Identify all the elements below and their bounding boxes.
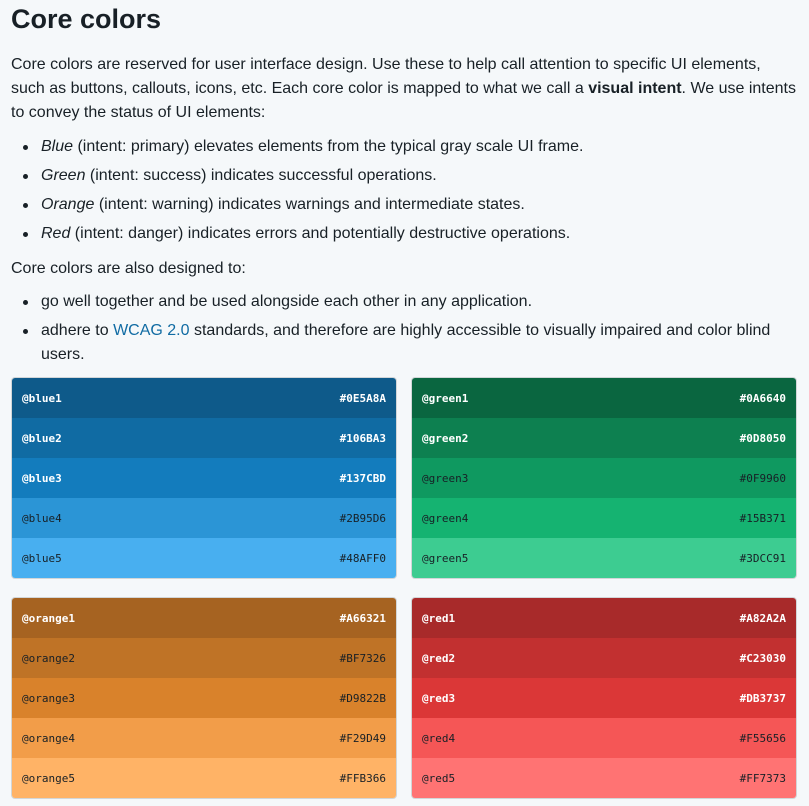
swatch-hex: #0F9960 (739, 471, 786, 485)
color-swatch-red2[interactable]: @red2 #C23030 (412, 638, 796, 678)
list-item: adhere to WCAG 2.0 standards, and theref… (11, 319, 797, 367)
intent-description: (intent: primary) elevates elements from… (73, 138, 584, 155)
swatch-name: @blue1 (22, 391, 62, 405)
color-swatch-red4[interactable]: @red4 #F55656 (412, 718, 796, 758)
swatch-hex: #48AFF0 (339, 551, 386, 565)
page-title: Core colors (11, 4, 162, 34)
color-swatch-orange1[interactable]: @orange1 #A66321 (12, 598, 396, 638)
list-item: go well together and be used alongside e… (11, 290, 797, 314)
wcag-link[interactable]: WCAG 2.0 (113, 322, 189, 339)
swatch-name: @green3 (422, 471, 469, 485)
intent-description: (intent: warning) indicates warnings and… (94, 196, 525, 213)
color-swatch-orange5[interactable]: @orange5 #FFB366 (12, 758, 396, 798)
list-item: Orange (intent: warning) indicates warni… (11, 193, 797, 217)
color-swatch-red3[interactable]: @red3 #DB3737 (412, 678, 796, 718)
intro-paragraph: Core colors are reserved for user interf… (11, 53, 797, 125)
swatch-name: @blue2 (22, 431, 62, 445)
intent-name: Blue (41, 138, 74, 155)
swatch-name: @orange4 (22, 731, 75, 745)
intent-description: (intent: danger) indicates errors and po… (70, 225, 571, 242)
list-item: Red (intent: danger) indicates errors an… (11, 222, 797, 246)
design-goals-list: go well together and be used alongside e… (11, 290, 797, 372)
swatch-name: @orange2 (22, 651, 75, 665)
color-swatch-green4[interactable]: @green4 #15B371 (412, 498, 796, 538)
swatch-name: @blue3 (22, 471, 62, 485)
intent-description: (intent: success) indicates successful o… (85, 167, 437, 184)
intent-list: Blue (intent: primary) elevates elements… (11, 135, 797, 251)
green-palette: @green1 #0A6640 @green2 #0D8050 @green3 #0F99… (412, 378, 796, 578)
swatch-hex: #15B371 (739, 511, 786, 525)
swatch-name: @red3 (422, 691, 456, 705)
intent-name: Green (41, 167, 86, 184)
swatch-hex: #106BA3 (339, 431, 386, 445)
color-swatch-blue2[interactable]: @blue2 #106BA3 (12, 418, 396, 458)
swatch-hex: #BF7326 (339, 651, 386, 665)
swatch-name: @green1 (422, 391, 469, 405)
list-item-text: adhere to (41, 322, 114, 339)
swatch-name: @red4 (422, 731, 456, 745)
swatch-hex: #FFB366 (339, 771, 386, 785)
swatch-name: @blue5 (22, 551, 62, 565)
color-swatch-green1[interactable]: @green1 #0A6640 (412, 378, 796, 418)
list-item: Blue (intent: primary) elevates elements… (11, 135, 797, 159)
swatch-hex: #DB3737 (739, 691, 786, 705)
color-swatch-green5[interactable]: @green5 #3DCC91 (412, 538, 796, 578)
swatch-name: @green5 (422, 551, 469, 565)
intent-name: Red (41, 225, 71, 242)
color-swatch-green2[interactable]: @green2 #0D8050 (412, 418, 796, 458)
swatch-name: @green2 (422, 431, 469, 445)
swatch-name: @green4 (422, 511, 469, 525)
swatch-name: @red1 (422, 611, 456, 625)
color-swatch-orange4[interactable]: @orange4 #F29D49 (12, 718, 396, 758)
swatch-name: @blue4 (22, 511, 62, 525)
swatch-name: @red2 (422, 651, 456, 665)
swatch-name: @red5 (422, 771, 456, 785)
swatch-hex: #2B95D6 (339, 511, 386, 525)
swatch-hex: #137CBD (339, 471, 386, 485)
swatch-hex: #C23030 (739, 651, 786, 665)
swatch-name: @orange5 (22, 771, 75, 785)
orange-palette: @orange1 #A66321 @orange2 #BF7326 @orange3 #D… (12, 598, 396, 798)
color-swatch-green3[interactable]: @green3 #0F9960 (412, 458, 796, 498)
swatch-hex: #D9822B (339, 691, 386, 705)
color-swatch-orange2[interactable]: @orange2 #BF7326 (12, 638, 396, 678)
visual-intent-term: visual intent (588, 80, 682, 97)
swatch-hex: #0A6640 (739, 391, 786, 405)
swatch-name: @orange3 (22, 691, 75, 705)
color-swatch-red5[interactable]: @red5 #FF7373 (412, 758, 796, 798)
color-swatch-blue5[interactable]: @blue5 #48AFF0 (12, 538, 396, 578)
swatch-hex: #0E5A8A (339, 391, 386, 405)
color-swatch-blue1[interactable]: @blue1 #0E5A8A (12, 378, 396, 418)
swatch-hex: #A82A2A (739, 611, 786, 625)
swatch-hex: #FF7373 (739, 771, 786, 785)
swatch-hex: #3DCC91 (739, 551, 786, 565)
swatch-hex: #F55656 (739, 731, 786, 745)
color-swatch-blue3[interactable]: @blue3 #137CBD (12, 458, 396, 498)
red-palette: @red1 #A82A2A @red2 #C23030 @red3 #DB3737 @red… (412, 598, 796, 798)
color-swatch-red1[interactable]: @red1 #A82A2A (412, 598, 796, 638)
color-swatch-blue4[interactable]: @blue4 #2B95D6 (12, 498, 396, 538)
swatch-name: @orange1 (22, 611, 75, 625)
swatch-hex: #0D8050 (739, 431, 786, 445)
swatch-hex: #A66321 (339, 611, 386, 625)
color-swatch-orange3[interactable]: @orange3 #D9822B (12, 678, 396, 718)
blue-palette: @blue1 #0E5A8A @blue2 #106BA3 @blue3 #137CBD @… (12, 378, 396, 578)
designed-intro: Core colors are also designed to: (11, 260, 246, 277)
swatch-hex: #F29D49 (339, 731, 386, 745)
list-item: Green (intent: success) indicates succes… (11, 164, 797, 188)
intent-name: Orange (41, 196, 95, 213)
